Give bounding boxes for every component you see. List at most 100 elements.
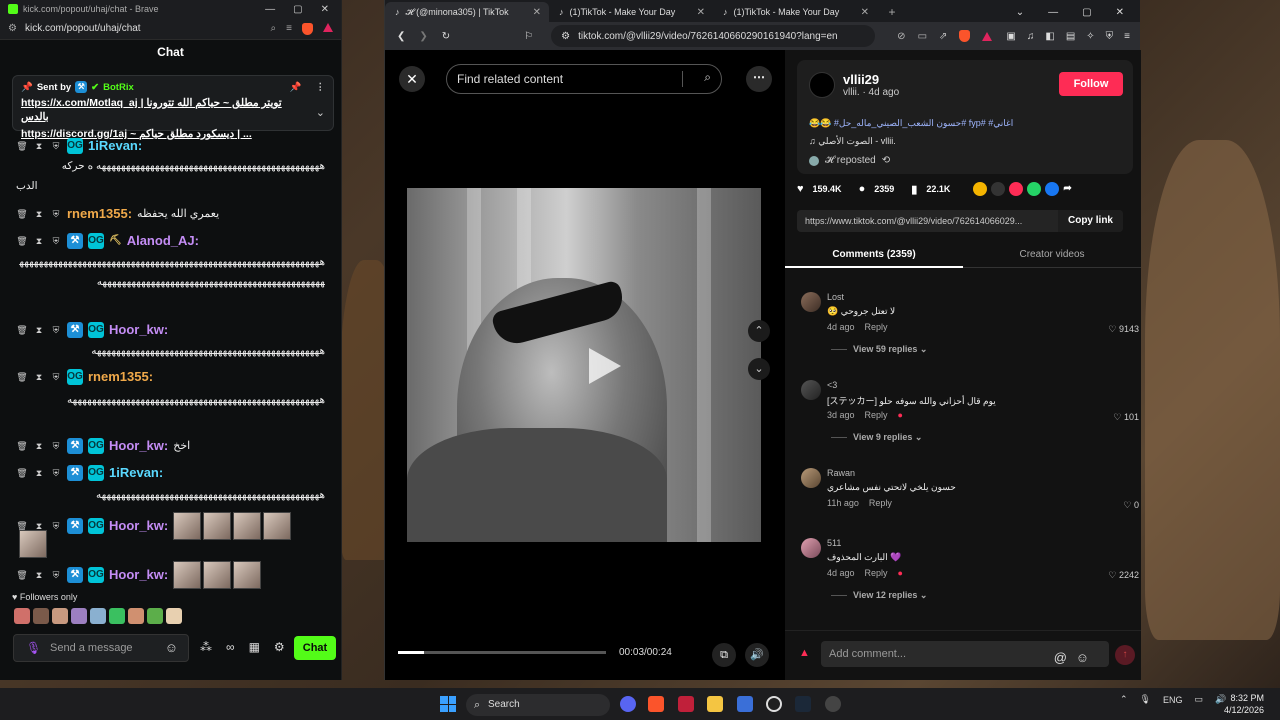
chat-message[interactable]: 🗑 ⧗ ⛨ ⚒ OG Hoor_kw:: [16, 561, 331, 589]
delete-icon[interactable]: 🗑: [16, 320, 28, 340]
commenter-name[interactable]: 511: [827, 538, 841, 548]
forward-icon[interactable]: ❯: [419, 31, 427, 42]
close-tab-icon[interactable]: ✕: [697, 7, 705, 18]
tab-list-icon[interactable]: ⌄: [1016, 7, 1024, 18]
url-field[interactable]: ⚙ tiktok.com/@vllii29/video/7626140660290…: [551, 25, 876, 47]
timeout-icon[interactable]: ⧗: [33, 204, 45, 224]
tab-creator-videos[interactable]: Creator videos: [963, 242, 1141, 268]
emote[interactable]: [19, 530, 47, 558]
chat-message[interactable]: 🗑 ⧗ ⛨ ⚒ OG ⛏ Alanod_AJ:: [16, 231, 331, 251]
post-comment-button[interactable]: ↑: [1115, 645, 1135, 665]
browser-menu-icon[interactable]: ≡: [1124, 31, 1130, 42]
copy-link-button[interactable]: Copy link: [1057, 210, 1123, 232]
close-tab-icon[interactable]: ✕: [533, 7, 541, 18]
embed-icon[interactable]: [991, 182, 1006, 196]
volume-button[interactable]: 🔊: [745, 643, 769, 667]
delete-icon[interactable]: 🗑: [16, 231, 28, 251]
chat-message[interactable]: 🗑 ⧗ ⛨ rnem1355: يعمري الله يحفظه: [16, 204, 331, 224]
chevron-down-icon[interactable]: ⌄: [316, 106, 325, 119]
share-arrow-icon[interactable]: ➦: [1063, 182, 1077, 196]
reply-button[interactable]: Reply: [869, 498, 892, 508]
reply-button[interactable]: Reply: [865, 322, 888, 332]
chat-message[interactable]: 🗑 ⧗ ⛨ OG rnem1355:: [16, 367, 331, 387]
split-view-icon[interactable]: ◧: [1045, 31, 1054, 42]
microphone-icon[interactable]: 🎙: [26, 641, 41, 655]
close-tab-icon[interactable]: ✕: [861, 7, 869, 18]
language-indicator[interactable]: ENG: [1163, 695, 1183, 705]
timeout-icon[interactable]: ⧗: [33, 436, 45, 456]
delete-icon[interactable]: 🗑: [16, 463, 28, 483]
facebook-icon[interactable]: [1045, 182, 1060, 196]
shield-icon[interactable]: ⛨: [50, 463, 62, 483]
timeout-icon[interactable]: ⧗: [33, 367, 45, 387]
emoji-icon[interactable]: ☺: [1076, 645, 1089, 671]
app-icon-circle[interactable]: [825, 696, 841, 712]
tab-tiktok-2[interactable]: ♪ (1)TikTok - Make Your Day ✕: [549, 2, 713, 22]
site-settings-icon[interactable]: ⚙: [8, 23, 17, 34]
commenter-avatar[interactable]: [801, 292, 821, 312]
picture-in-picture-button[interactable]: ⧉: [712, 643, 736, 667]
emote[interactable]: [233, 512, 262, 540]
sidebar-icon[interactable]: ▣: [1006, 31, 1015, 42]
comment-likes[interactable]: ♡ 2242: [1108, 570, 1139, 581]
back-icon[interactable]: ❮: [397, 31, 405, 42]
store-icon[interactable]: ▦: [249, 640, 260, 654]
shield-icon[interactable]: ⛨: [50, 320, 62, 340]
windows-start-icon[interactable]: [440, 696, 456, 712]
commenter-avatar[interactable]: [801, 468, 821, 488]
tray-overflow-icon[interactable]: ⌃: [1120, 694, 1128, 705]
send-to-friends-icon[interactable]: [1009, 182, 1024, 196]
creator-username[interactable]: vllii29: [843, 72, 879, 87]
close-icon[interactable]: ✕: [1116, 7, 1124, 18]
chat-username[interactable]: Hoor_kw:: [109, 516, 168, 536]
cast-icon[interactable]: ⊘: [897, 31, 905, 42]
timeout-icon[interactable]: ⧗: [33, 136, 45, 156]
like-icon[interactable]: ♥: [797, 183, 804, 195]
tab-tiktok-profile[interactable]: ♪ 𝓗 (@minona305) | TikTok ✕: [385, 2, 549, 22]
share-icon[interactable]: ⇗: [939, 31, 947, 42]
tab-comments[interactable]: Comments (2359): [785, 242, 963, 268]
brave-rewards-icon[interactable]: [982, 31, 993, 41]
play-icon[interactable]: [589, 348, 621, 384]
minimize-icon[interactable]: —: [265, 4, 275, 15]
chat-message[interactable]: 🗑 ⧗ ⛨ ⚒ OG Hoor_kw:: [16, 512, 331, 540]
taskbar-search[interactable]: Search: [466, 694, 610, 716]
delete-icon[interactable]: 🗑: [16, 565, 28, 585]
bookmark-icon[interactable]: ⚐: [524, 31, 533, 42]
emote[interactable]: [173, 512, 202, 540]
chat-username[interactable]: rnem1355:: [88, 367, 153, 387]
emote[interactable]: [166, 608, 182, 624]
comment-icon[interactable]: ●: [859, 183, 866, 195]
chat-username[interactable]: Hoor_kw:: [109, 565, 168, 585]
leo-ai-icon[interactable]: ✧: [1086, 31, 1094, 42]
emote[interactable]: [109, 608, 125, 624]
video-progress-bar[interactable]: [398, 651, 606, 654]
previous-video-button[interactable]: ⌃: [748, 320, 770, 342]
chat-send-button[interactable]: Chat: [294, 636, 336, 660]
maximize-icon[interactable]: ▢: [293, 4, 302, 15]
brave-rewards-icon[interactable]: [323, 22, 333, 32]
clock[interactable]: 8:32 PM 4/12/2026: [1224, 692, 1264, 716]
shield-icon[interactable]: ⛨: [50, 516, 62, 536]
emote[interactable]: [14, 608, 30, 624]
add-comment-input[interactable]: Add comment... @ ☺: [821, 641, 1109, 667]
more-options-button[interactable]: ⋯: [746, 66, 772, 92]
emote[interactable]: [203, 561, 232, 589]
shield-icon[interactable]: ⛨: [50, 565, 62, 585]
timeout-icon[interactable]: ⧗: [33, 565, 45, 585]
mention-icon[interactable]: @: [1054, 645, 1067, 671]
site-info-icon[interactable]: ⚙: [561, 31, 570, 42]
wallet-icon[interactable]: ▤: [1066, 31, 1075, 42]
unpin-icon[interactable]: 📌: [290, 82, 302, 93]
emote[interactable]: [263, 512, 292, 540]
timeout-icon[interactable]: ⧗: [33, 231, 45, 251]
repost-share-icon[interactable]: [973, 182, 988, 196]
app-icon[interactable]: [678, 696, 694, 712]
more-options-icon[interactable]: ⋮: [316, 82, 326, 93]
next-video-button[interactable]: ⌄: [748, 358, 770, 380]
reload-icon[interactable]: ↻: [442, 31, 450, 42]
discord-icon[interactable]: [620, 696, 636, 712]
emote[interactable]: [33, 608, 49, 624]
mic-tray-icon[interactable]: 🎙: [1140, 694, 1151, 705]
shield-icon[interactable]: ⛨: [50, 136, 62, 156]
